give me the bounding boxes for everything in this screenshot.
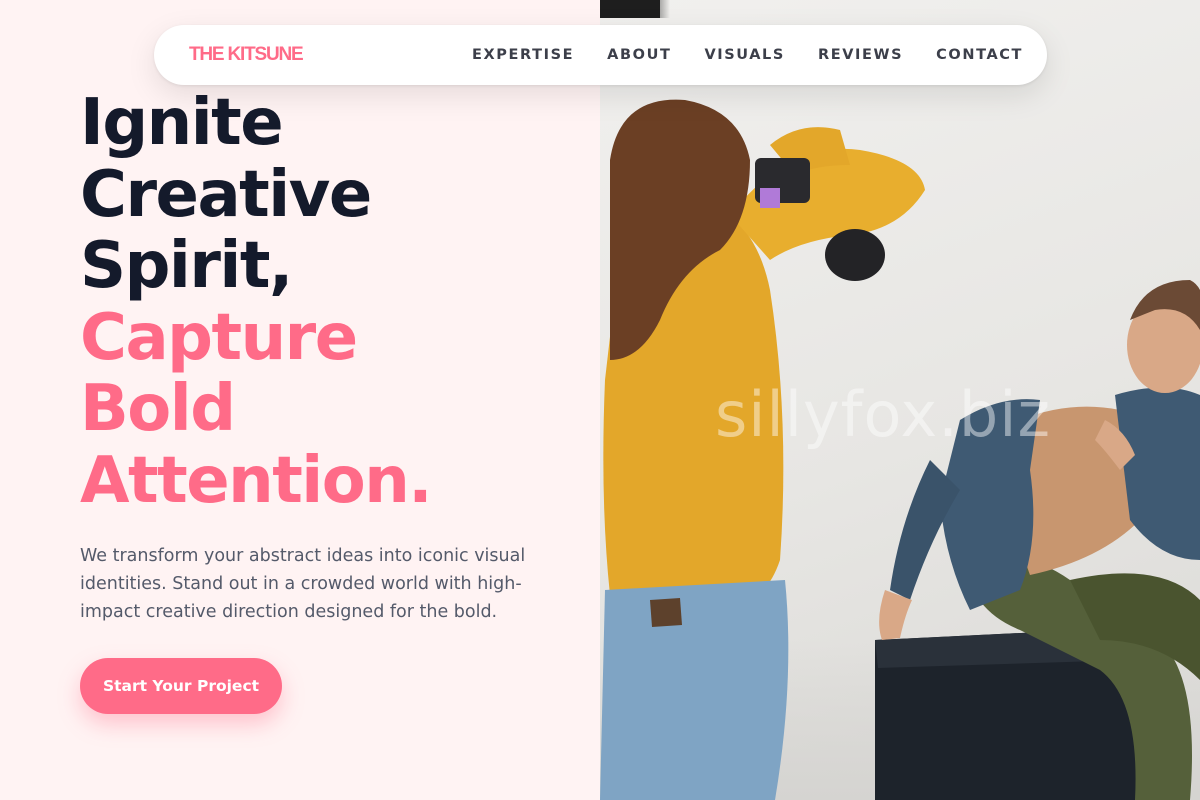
start-project-button[interactable]: Start Your Project [80, 658, 282, 714]
nav-link-visuals[interactable]: VISUALS [704, 47, 785, 63]
nav-link-reviews[interactable]: REVIEWS [818, 47, 903, 63]
nav-link-expertise[interactable]: EXPERTISE [472, 47, 574, 63]
nav-link-about[interactable]: ABOUT [607, 47, 671, 63]
headline-line: Creative [80, 157, 372, 232]
hero-description: We transform your abstract ideas into ic… [80, 546, 526, 622]
headline-line-accent: Attention. [80, 443, 433, 518]
hero-headline: Ignite Creative Spirit, Capture Bold Att… [80, 86, 580, 518]
headline-line-accent: Capture [80, 300, 358, 375]
headline-line: Spirit, [80, 229, 293, 303]
hero-photo: sillyfox.biz [600, 0, 1200, 800]
brand-logo[interactable]: THE KITSUNE [189, 44, 304, 66]
watermark-text: sillyfox.biz [715, 378, 1052, 451]
nav-link-contact[interactable]: CONTACT [936, 47, 1023, 63]
headline-line: Ignite [80, 86, 284, 160]
nav-links: EXPERTISE ABOUT VISUALS REVIEWS CONTACT [439, 47, 1023, 63]
headline-line-accent: Bold [80, 372, 236, 446]
top-navigation-bar: THE KITSUNE EXPERTISE ABOUT VISUALS REVI… [154, 25, 1047, 85]
